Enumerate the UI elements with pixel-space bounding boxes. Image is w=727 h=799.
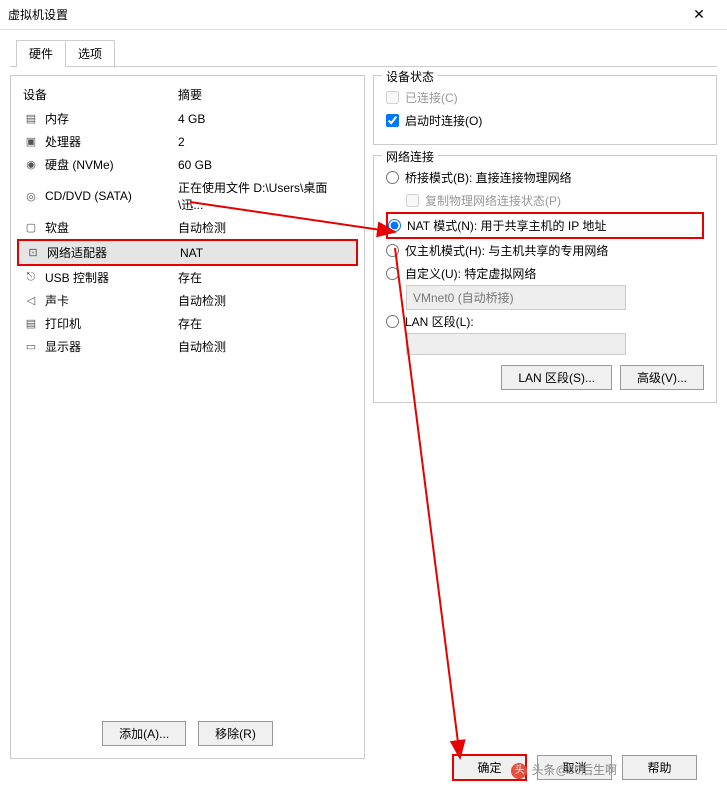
- lanseg-select[interactable]: [406, 333, 626, 355]
- device-row-memory[interactable]: ▤ 内存 4 GB: [17, 107, 358, 130]
- header-summary: 摘要: [178, 86, 202, 103]
- close-icon[interactable]: ✕: [679, 0, 719, 30]
- floppy-icon: ▢: [23, 221, 39, 235]
- device-status-legend: 设备状态: [382, 68, 438, 85]
- cpu-icon: ▣: [23, 135, 39, 149]
- bridge-radio-input[interactable]: [386, 171, 399, 184]
- connect-at-poweron-checkbox[interactable]: 启动时连接(O): [386, 109, 704, 132]
- cd-icon: ◎: [23, 189, 39, 203]
- device-list-panel: 设备 摘要 ▤ 内存 4 GB ▣ 处理器 2 ◉ 硬盘 (NVMe) 60 G…: [10, 75, 365, 759]
- custom-radio[interactable]: 自定义(U): 特定虚拟网络: [386, 262, 704, 285]
- advanced-button[interactable]: 高级(V)...: [620, 365, 704, 390]
- bridge-radio[interactable]: 桥接模式(B): 直接连接物理网络: [386, 166, 704, 189]
- network-connection-group: 网络连接 桥接模式(B): 直接连接物理网络 复制物理网络连接状态(P) NAT…: [373, 155, 717, 403]
- connect-at-poweron-input[interactable]: [386, 114, 399, 127]
- custom-radio-input[interactable]: [386, 267, 399, 280]
- header-device: 设备: [23, 86, 178, 103]
- window-title: 虚拟机设置: [8, 6, 679, 23]
- device-row-display[interactable]: ▭ 显示器 自动检测: [17, 335, 358, 358]
- disk-icon: ◉: [23, 158, 39, 172]
- nat-radio-input[interactable]: [388, 219, 401, 232]
- device-row-floppy[interactable]: ▢ 软盘 自动检测: [17, 216, 358, 239]
- usb-icon: ⎋: [23, 271, 39, 285]
- sound-icon: ◁: [23, 294, 39, 308]
- connected-checkbox[interactable]: 已连接(C): [386, 86, 704, 109]
- lanseg-radio-input[interactable]: [386, 315, 399, 328]
- network-icon: ⊡: [25, 246, 41, 260]
- lan-segments-button[interactable]: LAN 区段(S)...: [501, 365, 612, 390]
- tab-options[interactable]: 选项: [65, 40, 115, 66]
- watermark-icon: 头: [511, 763, 527, 779]
- device-row-cpu[interactable]: ▣ 处理器 2: [17, 130, 358, 153]
- lanseg-radio[interactable]: LAN 区段(L):: [386, 310, 704, 333]
- hostonly-radio-input[interactable]: [386, 244, 399, 257]
- memory-icon: ▤: [23, 112, 39, 126]
- help-button[interactable]: 帮助: [622, 755, 697, 780]
- replicate-checkbox[interactable]: 复制物理网络连接状态(P): [406, 189, 704, 212]
- remove-button[interactable]: 移除(R): [198, 721, 273, 746]
- nat-radio[interactable]: NAT 模式(N): 用于共享主机的 IP 地址: [386, 212, 704, 239]
- device-status-group: 设备状态 已连接(C) 启动时连接(O): [373, 75, 717, 145]
- connected-checkbox-input[interactable]: [386, 91, 399, 104]
- tab-hardware[interactable]: 硬件: [16, 40, 66, 66]
- add-button[interactable]: 添加(A)...: [102, 721, 186, 746]
- device-row-sound[interactable]: ◁ 声卡 自动检测: [17, 289, 358, 312]
- hostonly-radio[interactable]: 仅主机模式(H): 与主机共享的专用网络: [386, 239, 704, 262]
- device-row-network-adapter[interactable]: ⊡ 网络适配器 NAT: [17, 239, 358, 266]
- device-row-printer[interactable]: ▤ 打印机 存在: [17, 312, 358, 335]
- tab-strip: 硬件 选项: [10, 36, 717, 67]
- custom-vmnet-select[interactable]: VMnet0 (自动桥接): [406, 285, 626, 310]
- display-icon: ▭: [23, 340, 39, 354]
- replicate-checkbox-input[interactable]: [406, 194, 419, 207]
- network-legend: 网络连接: [382, 148, 438, 165]
- titlebar: 虚拟机设置 ✕: [0, 0, 727, 30]
- device-list-header: 设备 摘要: [17, 82, 358, 107]
- watermark: 头头条@80后生啊: [511, 761, 617, 779]
- printer-icon: ▤: [23, 317, 39, 331]
- device-row-cddvd[interactable]: ◎ CD/DVD (SATA) 正在使用文件 D:\Users\桌面\迅...: [17, 176, 358, 216]
- device-row-disk[interactable]: ◉ 硬盘 (NVMe) 60 GB: [17, 153, 358, 176]
- device-row-usb[interactable]: ⎋ USB 控制器 存在: [17, 266, 358, 289]
